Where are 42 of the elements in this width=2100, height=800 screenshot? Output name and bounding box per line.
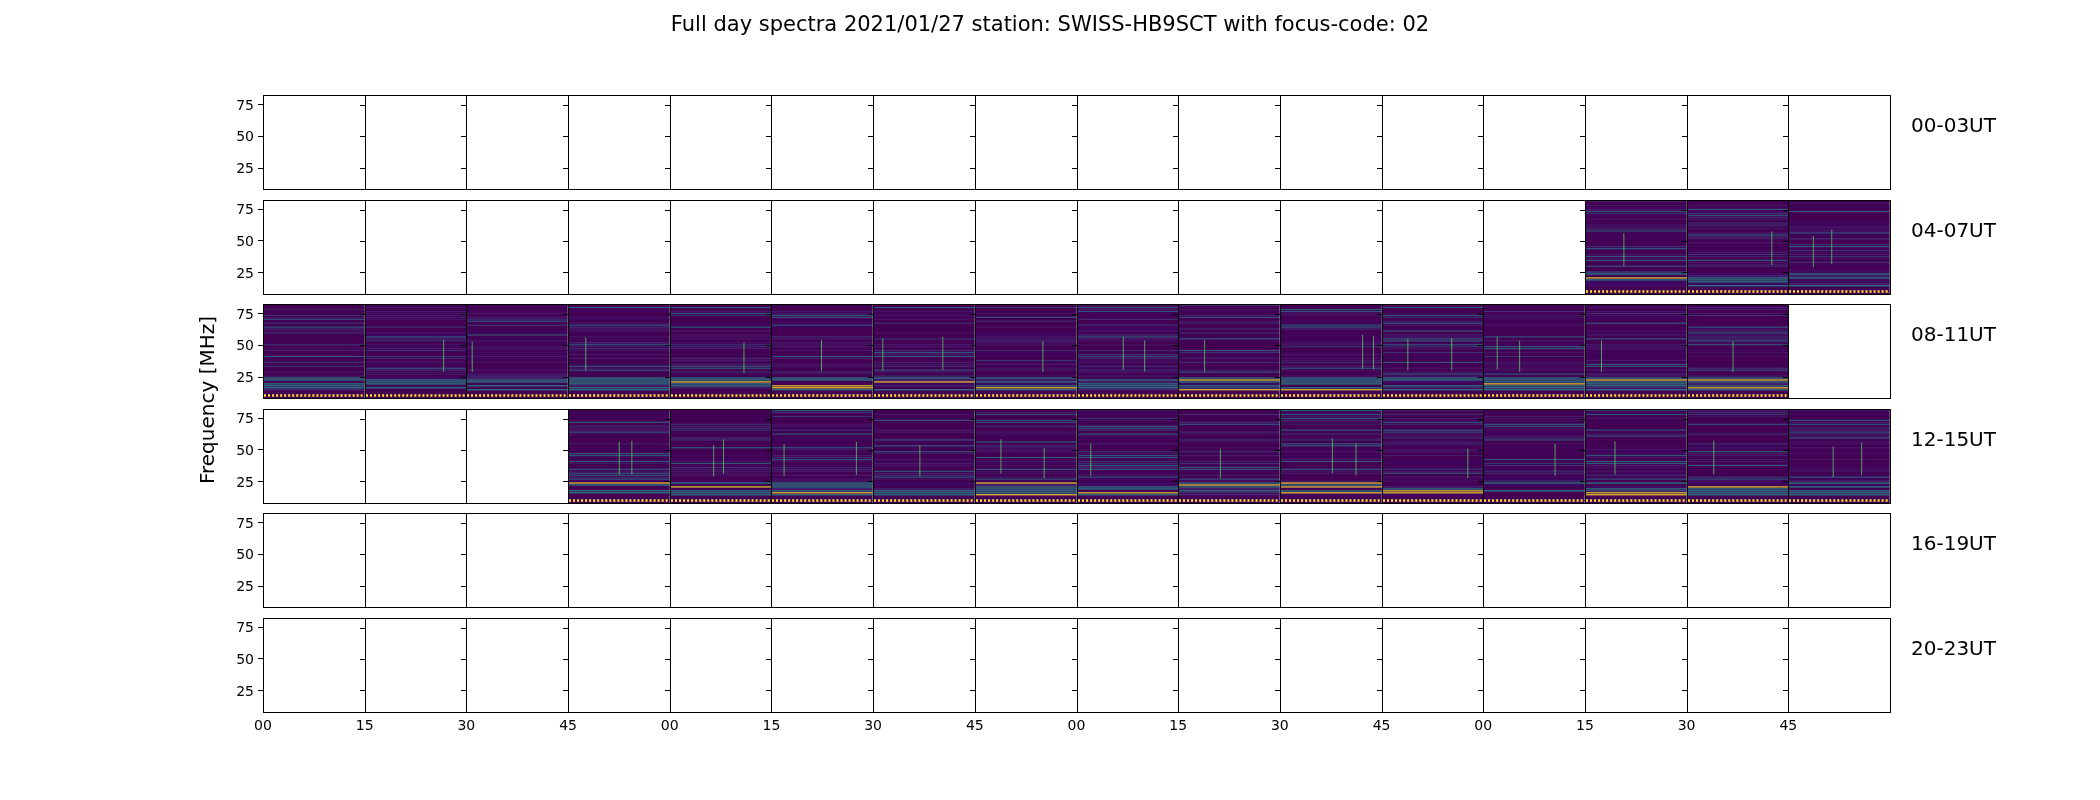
time-range-label: 16-19UT	[1911, 531, 1996, 555]
time-range-label: 00-03UT	[1911, 113, 1996, 137]
x-tick-label: 30	[457, 717, 476, 733]
y-tick-label: 75	[236, 619, 263, 635]
x-tick-label: 45	[559, 717, 577, 733]
x-tick-label: 30	[1677, 717, 1696, 733]
y-tick-label: 75	[236, 305, 263, 322]
y-tick-label: 25	[236, 473, 263, 490]
time-range-label: 04-07UT	[1911, 217, 1996, 242]
y-tick-label: 25	[236, 160, 263, 177]
figure-title: Full day spectra 2021/01/27 station: SWISS-HB9SCT with focus-code: 02	[669, 11, 1431, 38]
time-range-label: 08-11UT	[1911, 322, 1996, 346]
y-tick-label: 25	[236, 369, 263, 386]
y-tick-label: 50	[236, 546, 263, 563]
x-tick-label: 00	[254, 717, 272, 733]
y-tick-label: 25	[236, 682, 263, 699]
x-tick-label: 00	[1474, 717, 1493, 733]
y-tick-label: 25	[236, 264, 263, 281]
y-tick-label: 50	[236, 128, 263, 145]
time-range-label: 20-23UT	[1911, 635, 1996, 660]
y-axis-label: Frequency [MHz]	[195, 315, 219, 485]
y-tick-label: 75	[236, 410, 263, 426]
y-tick-label: 50	[236, 441, 263, 458]
y-tick-label: 50	[236, 650, 263, 667]
x-tick-label: 00	[1067, 717, 1086, 733]
y-tick-label: 75	[236, 201, 263, 217]
x-tick-label: 15	[762, 717, 781, 733]
x-tick-label: 30	[1270, 717, 1289, 733]
y-tick-label: 50	[236, 232, 263, 249]
x-tick-label: 30	[864, 717, 883, 733]
x-tick-label: 15	[1576, 717, 1594, 733]
y-tick-label: 25	[236, 578, 263, 595]
x-tick-label: 15	[355, 717, 374, 733]
x-tick-label: 15	[1169, 717, 1188, 733]
time-range-label: 12-15UT	[1911, 426, 1996, 451]
y-tick-label: 50	[236, 337, 263, 354]
x-tick-label: 45	[1372, 717, 1391, 733]
x-tick-label: 45	[1779, 717, 1798, 733]
y-tick-label: 75	[236, 96, 263, 113]
y-tick-label: 75	[236, 514, 263, 531]
x-tick-label: 45	[965, 717, 984, 733]
x-tick-label: 00	[660, 717, 679, 733]
